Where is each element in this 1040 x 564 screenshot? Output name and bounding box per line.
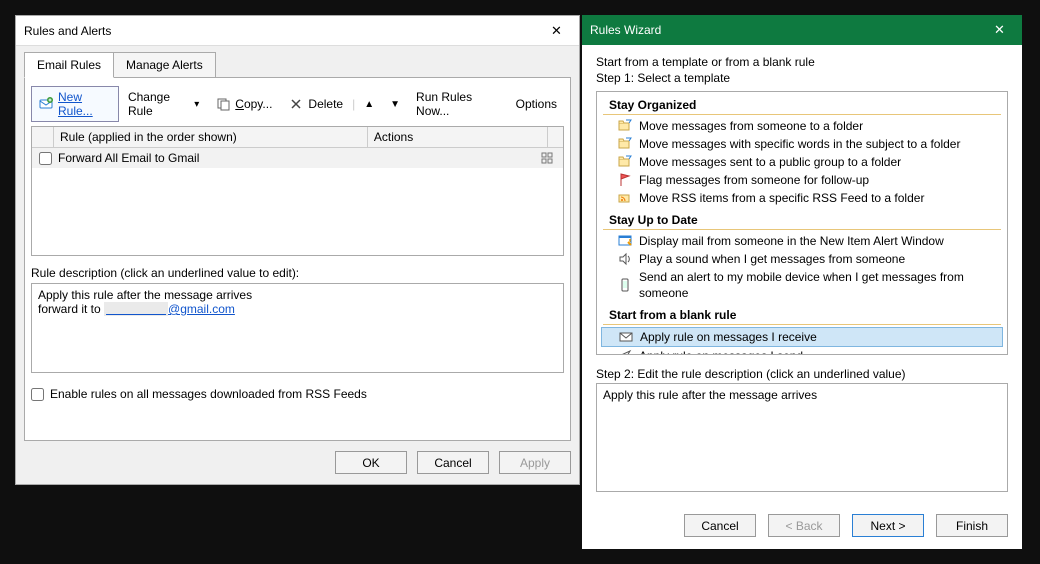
rule-checkbox[interactable]	[39, 152, 52, 165]
rss-move-icon	[617, 190, 633, 206]
move-down-button[interactable]: ▼	[383, 95, 407, 114]
move-up-button[interactable]: ▲	[357, 95, 381, 114]
wizard-template-label: Send an alert to my mobile device when I…	[639, 269, 999, 301]
rules-and-alerts-dialog: Rules and Alerts ✕ Email Rules Manage Al…	[15, 15, 580, 485]
wizard-intro: Start from a template or from a blank ru…	[596, 55, 1008, 69]
column-rule-header[interactable]: Rule (applied in the order shown)	[54, 127, 368, 147]
copy-icon	[215, 96, 231, 112]
alert-window-icon	[617, 233, 633, 249]
wizard-template-label: Move RSS items from a specific RSS Feed …	[639, 190, 924, 206]
wizard-cancel-button[interactable]: Cancel	[684, 514, 756, 537]
wizard-template-label: Apply rule on messages I receive	[640, 329, 817, 345]
rss-checkbox-label: Enable rules on all messages downloaded …	[50, 387, 367, 401]
wizard-step2-box: Apply this rule after the message arrive…	[596, 383, 1008, 492]
envelope-out-icon	[617, 348, 633, 355]
wizard-back-button[interactable]: < Back	[768, 514, 840, 537]
change-rule-button[interactable]: Change Rule ▾	[121, 86, 206, 122]
wizard-template-item[interactable]: Flag messages from someone for follow-up	[599, 171, 1005, 189]
wizard-template-item[interactable]: Play a sound when I get messages from so…	[599, 250, 1005, 268]
wizard-template-item[interactable]: Move RSS items from a specific RSS Feed …	[599, 189, 1005, 207]
change-rule-label: Change Rule	[128, 90, 190, 118]
toolbar: New Rule... Change Rule ▾ Copy... De	[31, 84, 564, 126]
delete-label: Delete	[308, 97, 343, 111]
wizard-category-header: Stay Up to Date	[603, 211, 1001, 230]
wizard-titlebar: Rules Wizard ✕	[582, 15, 1022, 45]
wizard-category-header: Start from a blank rule	[603, 306, 1001, 325]
apply-button[interactable]: Apply	[499, 451, 571, 474]
down-icon: ▼	[390, 99, 400, 110]
wizard-finish-button[interactable]: Finish	[936, 514, 1008, 537]
sound-icon	[617, 251, 633, 267]
wizard-template-label: Move messages with specific words in the…	[639, 136, 960, 152]
wizard-step1-label: Step 1: Select a template	[596, 71, 1008, 85]
wizard-template-item[interactable]: Apply rule on messages I send	[599, 347, 1005, 355]
delete-icon	[288, 96, 304, 112]
tab-manage-alerts[interactable]: Manage Alerts	[113, 52, 216, 77]
rule-name: Forward All Email to Gmail	[58, 151, 378, 165]
wizard-template-item[interactable]: Move messages from someone to a folder	[599, 117, 1005, 135]
options-button[interactable]: Options	[509, 93, 564, 115]
wizard-template-label: Move messages from someone to a folder	[639, 118, 863, 134]
step2-text: Apply this rule after the message arrive…	[603, 388, 817, 402]
mobile-icon	[617, 277, 633, 293]
folder-move-icon	[617, 136, 633, 152]
rule-description-label: Rule description (click an underlined va…	[31, 266, 564, 280]
wizard-template-item[interactable]: Move messages sent to a public group to …	[599, 153, 1005, 171]
wizard-title: Rules Wizard	[590, 23, 977, 37]
copy-button[interactable]: Copy...	[208, 92, 279, 116]
tab-email-rules[interactable]: Email Rules	[24, 52, 114, 78]
tab-content: New Rule... Change Rule ▾ Copy... De	[24, 77, 571, 441]
ok-button[interactable]: OK	[335, 451, 407, 474]
forward-address-link[interactable]: xxxxxxxxxx@gmail.com	[104, 302, 235, 316]
wizard-category-header: Stay Organized	[603, 96, 1001, 115]
envelope-in-icon	[618, 329, 634, 345]
wizard-template-item[interactable]: Display mail from someone in the New Ite…	[599, 232, 1005, 250]
up-icon: ▲	[364, 99, 374, 110]
delete-button[interactable]: Delete	[281, 92, 350, 116]
wizard-template-item[interactable]: Send an alert to my mobile device when I…	[599, 268, 1005, 302]
wizard-template-label: Apply rule on messages I send	[639, 348, 803, 355]
wizard-template-label: Flag messages from someone for follow-up	[639, 172, 869, 188]
new-rule-icon	[38, 96, 54, 112]
dialog-title: Rules and Alerts	[24, 24, 534, 38]
rule-list: Rule (applied in the order shown) Action…	[31, 126, 564, 256]
cancel-button[interactable]: Cancel	[417, 451, 489, 474]
run-rules-button[interactable]: Run Rules Now...	[409, 86, 507, 122]
rule-row[interactable]: Forward All Email to Gmail	[32, 148, 563, 168]
wizard-template-list: Stay Organized Move messages from someone…	[596, 91, 1008, 355]
rss-checkbox[interactable]	[31, 388, 44, 401]
column-actions-header[interactable]: Actions	[368, 127, 547, 147]
folder-move-icon	[617, 154, 633, 170]
close-icon[interactable]: ✕	[977, 15, 1022, 45]
new-rule-label: New Rule...	[58, 90, 112, 118]
wizard-step2-label: Step 2: Edit the rule description (click…	[596, 367, 1008, 381]
wizard-template-item[interactable]: Move messages with specific words in the…	[599, 135, 1005, 153]
copy-label: Copy...	[235, 97, 272, 111]
close-icon[interactable]: ✕	[534, 16, 579, 46]
wizard-template-label: Move messages sent to a public group to …	[639, 154, 901, 170]
tab-bar: Email Rules Manage Alerts	[24, 52, 571, 77]
flag-icon	[617, 172, 633, 188]
titlebar: Rules and Alerts ✕	[16, 16, 579, 46]
desc-line-1: Apply this rule after the message arrive…	[38, 288, 557, 302]
wizard-template-item[interactable]: Apply rule on messages I receive	[601, 327, 1003, 347]
dropdown-icon: ▾	[194, 99, 199, 110]
desc-line-2: forward it to xxxxxxxxxx@gmail.com	[38, 302, 557, 316]
wizard-next-button[interactable]: Next >	[852, 514, 924, 537]
folder-move-icon	[617, 118, 633, 134]
rule-action-icon	[539, 150, 555, 166]
rule-description-box: Apply this rule after the message arrive…	[31, 283, 564, 373]
wizard-template-label: Play a sound when I get messages from so…	[639, 251, 905, 267]
new-rule-button[interactable]: New Rule...	[31, 86, 119, 122]
wizard-template-label: Display mail from someone in the New Ite…	[639, 233, 944, 249]
rules-wizard-dialog: Rules Wizard ✕ Start from a template or …	[582, 15, 1022, 549]
